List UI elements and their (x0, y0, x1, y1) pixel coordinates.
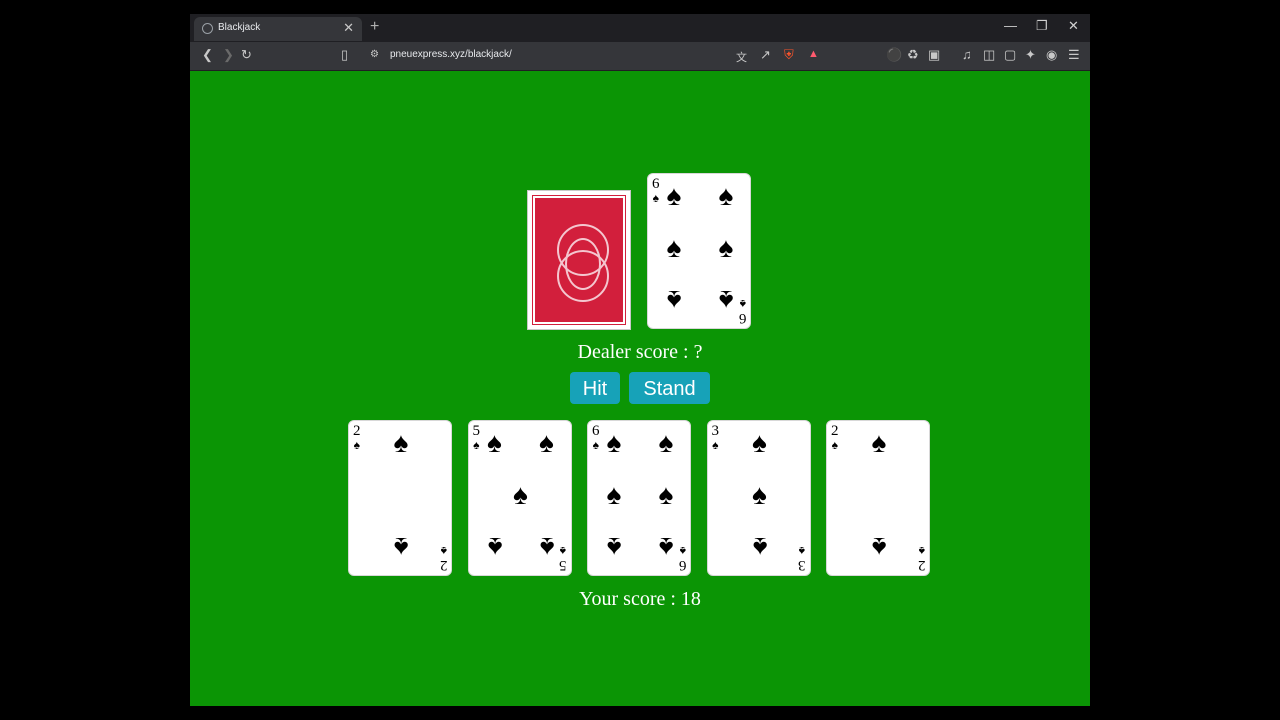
translate-icon[interactable]: 文 (736, 49, 747, 65)
spade-icon: ♠ (592, 438, 599, 452)
vpn-icon[interactable]: ◉ (1046, 47, 1057, 63)
card-rank-bottom: 2 ♠ (917, 544, 926, 573)
spade-icon: ♠ (606, 532, 622, 563)
spade-icon: ♠ (666, 180, 682, 211)
card-rank-top: 2 ♠ (353, 423, 361, 453)
close-window-button[interactable]: ✕ (1068, 18, 1079, 34)
spade-icon: ♠ (658, 532, 674, 563)
dealer-score: Dealer score : ? (577, 341, 703, 363)
bookmark-icon[interactable]: ▯ (341, 47, 348, 63)
spade-icon: ♠ (831, 438, 838, 452)
shield-extension-icon[interactable]: ⚫ (886, 47, 902, 63)
spade-icon: ♠ (487, 427, 502, 458)
spade-icon: ♠ (666, 232, 682, 263)
player-card-1: 2 ♠ 2 ♠ ♠ ♠ (348, 420, 452, 576)
spade-icon: ♠ (752, 427, 767, 458)
spade-icon: ♠ (606, 479, 622, 510)
spade-icon: ♠ (487, 532, 502, 563)
spade-icon: ♠ (718, 285, 734, 316)
spade-icon: ♠ (473, 438, 480, 452)
spade-icon: ♠ (712, 438, 719, 452)
game-table: 6 ♠ 6 ♠ ♠ ♠ ♠ ♠ ♠ ♠ Dealer score : ? Hit Stand 2 ♠… (190, 71, 1090, 706)
tab-bar: Blackjack ✕ + — ❐ ✕ (190, 14, 1090, 42)
screenshot-icon[interactable]: ▣ (928, 47, 940, 63)
hit-button[interactable]: Hit (570, 372, 620, 404)
spade-icon: ♠ (798, 544, 805, 558)
browser-window: Blackjack ✕ + — ❐ ✕ ❮ ❯ ↻ ▯ ⚙ pneuexpres… (190, 14, 1090, 706)
media-icon[interactable]: ♫ (962, 47, 972, 62)
spade-icon: ♠ (658, 427, 674, 458)
spade-icon: ♠ (539, 427, 554, 458)
extensions-icon[interactable]: ♻ (907, 47, 919, 63)
site-info-icon[interactable]: ⚙ (370, 49, 379, 60)
player-card-3: 6 ♠ 6 ♠ ♠ ♠ ♠ ♠ ♠ ♠ (587, 420, 691, 576)
spade-icon: ♠ (666, 285, 682, 316)
stand-button[interactable]: Stand (629, 372, 710, 404)
restore-button[interactable]: ❐ (1036, 18, 1048, 34)
spade-icon: ♠ (539, 532, 554, 563)
dealer-card-6-spades: 6 ♠ 6 ♠ ♠ ♠ ♠ ♠ ♠ ♠ (647, 173, 751, 329)
spade-icon: ♠ (606, 427, 622, 458)
new-tab-button[interactable]: + (370, 18, 379, 36)
tab-title: Blackjack (218, 22, 261, 33)
leo-ai-icon[interactable]: ✦ (1025, 47, 1036, 63)
spade-icon: ♠ (393, 532, 409, 563)
spade-icon: ♠ (353, 438, 360, 452)
back-arrow-icon[interactable]: ❮ (202, 47, 213, 63)
spade-icon: ♠ (658, 479, 674, 510)
forward-arrow-icon[interactable]: ❯ (223, 47, 234, 63)
brave-shield-icon[interactable]: ⛨ (784, 47, 794, 63)
rewards-icon[interactable]: ▲ (808, 48, 819, 60)
address-bar[interactable]: pneuexpress.xyz/blackjack/ (390, 49, 512, 60)
spade-icon: ♠ (513, 479, 528, 510)
player-card-5: 2 ♠ 2 ♠ ♠ ♠ (826, 420, 930, 576)
spade-icon: ♠ (440, 544, 447, 558)
sidebar-icon[interactable]: ◫ (983, 47, 995, 63)
spade-icon: ♠ (652, 191, 659, 205)
spade-icon: ♠ (752, 532, 767, 563)
spade-icon: ♠ (752, 479, 767, 510)
card-back-pattern (532, 195, 626, 325)
tab-close-icon[interactable]: ✕ (343, 20, 354, 36)
browser-toolbar: ❮ ❯ ↻ ▯ ⚙ pneuexpress.xyz/blackjack/ 文 ↗… (190, 42, 1090, 70)
globe-icon (202, 23, 213, 34)
player-card-4: 3 ♠ 3 ♠ ♠ ♠ ♠ (706, 420, 811, 576)
spade-icon: ♠ (718, 232, 734, 263)
card-rank-top: 2 ♠ (831, 423, 839, 453)
card-rank-bottom: 2 ♠ (439, 544, 448, 573)
card-rank-top: 5 ♠ (472, 423, 481, 453)
spade-icon: ♠ (871, 532, 887, 563)
spade-icon: ♠ (918, 544, 925, 558)
card-rank-top: 3 ♠ (711, 423, 720, 453)
tab-blackjack[interactable]: Blackjack ✕ (194, 17, 362, 41)
spade-icon: ♠ (393, 427, 409, 458)
menu-icon[interactable]: ☰ (1068, 47, 1080, 63)
minimize-button[interactable]: — (1004, 18, 1017, 33)
dealer-card-face-down (527, 190, 631, 330)
card-rank-top: 6 ♠ (652, 176, 660, 206)
reload-icon[interactable]: ↻ (241, 47, 252, 63)
share-icon[interactable]: ↗ (760, 47, 771, 63)
player-score: Your score : 18 (579, 588, 701, 610)
spade-icon: ♠ (718, 180, 734, 211)
spade-icon: ♠ (871, 427, 887, 458)
card-rank-top: 6 ♠ (592, 423, 600, 453)
player-card-2: 5 ♠ 5 ♠ ♠ ♠ ♠ ♠ ♠ (467, 420, 572, 576)
card-rank-bottom: 3 ♠ (798, 544, 806, 573)
wallet-icon[interactable]: ▢ (1004, 47, 1016, 63)
